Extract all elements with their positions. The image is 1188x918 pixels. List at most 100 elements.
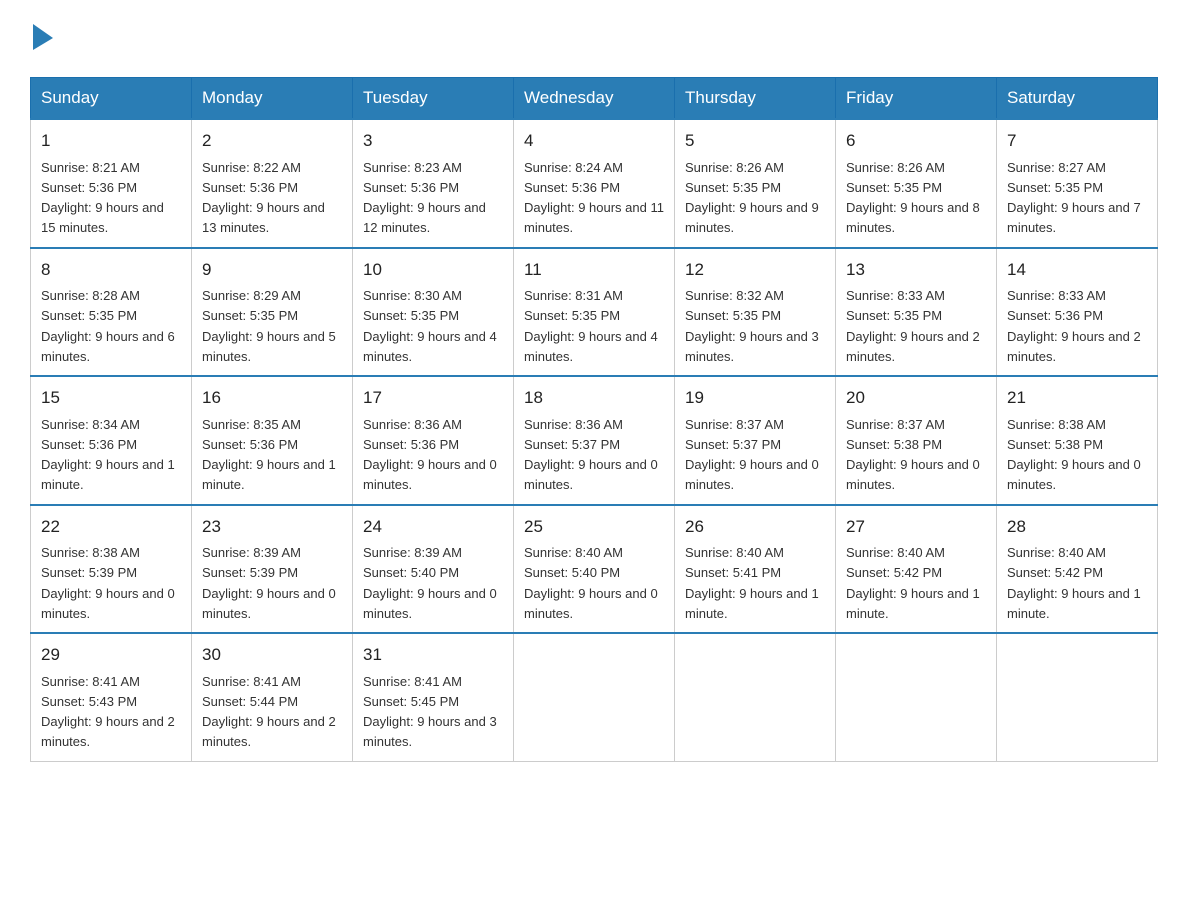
calendar-cell: 13 Sunrise: 8:33 AMSunset: 5:35 PMDaylig… xyxy=(836,248,997,377)
day-number: 10 xyxy=(363,257,503,283)
calendar-cell: 28 Sunrise: 8:40 AMSunset: 5:42 PMDaylig… xyxy=(997,505,1158,634)
day-header-monday: Monday xyxy=(192,78,353,120)
day-info: Sunrise: 8:23 AMSunset: 5:36 PMDaylight:… xyxy=(363,160,486,236)
calendar-cell: 17 Sunrise: 8:36 AMSunset: 5:36 PMDaylig… xyxy=(353,376,514,505)
day-info: Sunrise: 8:28 AMSunset: 5:35 PMDaylight:… xyxy=(41,288,175,364)
day-number: 12 xyxy=(685,257,825,283)
day-number: 22 xyxy=(41,514,181,540)
page-header xyxy=(30,20,1158,57)
calendar-cell: 12 Sunrise: 8:32 AMSunset: 5:35 PMDaylig… xyxy=(675,248,836,377)
calendar-cell: 6 Sunrise: 8:26 AMSunset: 5:35 PMDayligh… xyxy=(836,119,997,248)
calendar-week-2: 8 Sunrise: 8:28 AMSunset: 5:35 PMDayligh… xyxy=(31,248,1158,377)
calendar-header-row: SundayMondayTuesdayWednesdayThursdayFrid… xyxy=(31,78,1158,120)
day-info: Sunrise: 8:29 AMSunset: 5:35 PMDaylight:… xyxy=(202,288,336,364)
calendar-cell: 7 Sunrise: 8:27 AMSunset: 5:35 PMDayligh… xyxy=(997,119,1158,248)
day-number: 13 xyxy=(846,257,986,283)
day-info: Sunrise: 8:41 AMSunset: 5:43 PMDaylight:… xyxy=(41,674,175,750)
day-number: 3 xyxy=(363,128,503,154)
day-info: Sunrise: 8:40 AMSunset: 5:42 PMDaylight:… xyxy=(846,545,980,621)
day-header-saturday: Saturday xyxy=(997,78,1158,120)
calendar-cell: 11 Sunrise: 8:31 AMSunset: 5:35 PMDaylig… xyxy=(514,248,675,377)
day-number: 4 xyxy=(524,128,664,154)
day-info: Sunrise: 8:31 AMSunset: 5:35 PMDaylight:… xyxy=(524,288,658,364)
day-number: 28 xyxy=(1007,514,1147,540)
calendar-cell: 27 Sunrise: 8:40 AMSunset: 5:42 PMDaylig… xyxy=(836,505,997,634)
day-number: 5 xyxy=(685,128,825,154)
day-info: Sunrise: 8:26 AMSunset: 5:35 PMDaylight:… xyxy=(685,160,819,236)
calendar-cell: 26 Sunrise: 8:40 AMSunset: 5:41 PMDaylig… xyxy=(675,505,836,634)
day-info: Sunrise: 8:33 AMSunset: 5:36 PMDaylight:… xyxy=(1007,288,1141,364)
day-info: Sunrise: 8:27 AMSunset: 5:35 PMDaylight:… xyxy=(1007,160,1141,236)
calendar-cell: 19 Sunrise: 8:37 AMSunset: 5:37 PMDaylig… xyxy=(675,376,836,505)
calendar-cell: 2 Sunrise: 8:22 AMSunset: 5:36 PMDayligh… xyxy=(192,119,353,248)
calendar-week-5: 29 Sunrise: 8:41 AMSunset: 5:43 PMDaylig… xyxy=(31,633,1158,761)
day-info: Sunrise: 8:22 AMSunset: 5:36 PMDaylight:… xyxy=(202,160,325,236)
calendar-cell xyxy=(836,633,997,761)
day-number: 1 xyxy=(41,128,181,154)
day-number: 6 xyxy=(846,128,986,154)
day-header-thursday: Thursday xyxy=(675,78,836,120)
day-header-sunday: Sunday xyxy=(31,78,192,120)
day-number: 16 xyxy=(202,385,342,411)
day-number: 15 xyxy=(41,385,181,411)
day-info: Sunrise: 8:40 AMSunset: 5:42 PMDaylight:… xyxy=(1007,545,1141,621)
day-info: Sunrise: 8:37 AMSunset: 5:37 PMDaylight:… xyxy=(685,417,819,493)
day-number: 21 xyxy=(1007,385,1147,411)
calendar-cell: 9 Sunrise: 8:29 AMSunset: 5:35 PMDayligh… xyxy=(192,248,353,377)
day-info: Sunrise: 8:41 AMSunset: 5:44 PMDaylight:… xyxy=(202,674,336,750)
calendar-cell: 15 Sunrise: 8:34 AMSunset: 5:36 PMDaylig… xyxy=(31,376,192,505)
calendar-table: SundayMondayTuesdayWednesdayThursdayFrid… xyxy=(30,77,1158,762)
calendar-cell: 22 Sunrise: 8:38 AMSunset: 5:39 PMDaylig… xyxy=(31,505,192,634)
day-info: Sunrise: 8:34 AMSunset: 5:36 PMDaylight:… xyxy=(41,417,175,493)
day-number: 19 xyxy=(685,385,825,411)
calendar-cell: 8 Sunrise: 8:28 AMSunset: 5:35 PMDayligh… xyxy=(31,248,192,377)
day-header-wednesday: Wednesday xyxy=(514,78,675,120)
day-number: 11 xyxy=(524,257,664,283)
day-number: 2 xyxy=(202,128,342,154)
day-info: Sunrise: 8:35 AMSunset: 5:36 PMDaylight:… xyxy=(202,417,336,493)
day-number: 7 xyxy=(1007,128,1147,154)
day-header-tuesday: Tuesday xyxy=(353,78,514,120)
day-info: Sunrise: 8:32 AMSunset: 5:35 PMDaylight:… xyxy=(685,288,819,364)
calendar-cell: 1 Sunrise: 8:21 AMSunset: 5:36 PMDayligh… xyxy=(31,119,192,248)
day-info: Sunrise: 8:39 AMSunset: 5:40 PMDaylight:… xyxy=(363,545,497,621)
logo xyxy=(30,20,55,57)
day-info: Sunrise: 8:21 AMSunset: 5:36 PMDaylight:… xyxy=(41,160,164,236)
calendar-cell: 23 Sunrise: 8:39 AMSunset: 5:39 PMDaylig… xyxy=(192,505,353,634)
calendar-cell: 24 Sunrise: 8:39 AMSunset: 5:40 PMDaylig… xyxy=(353,505,514,634)
calendar-week-3: 15 Sunrise: 8:34 AMSunset: 5:36 PMDaylig… xyxy=(31,376,1158,505)
calendar-cell xyxy=(514,633,675,761)
day-info: Sunrise: 8:37 AMSunset: 5:38 PMDaylight:… xyxy=(846,417,980,493)
calendar-cell: 10 Sunrise: 8:30 AMSunset: 5:35 PMDaylig… xyxy=(353,248,514,377)
day-number: 30 xyxy=(202,642,342,668)
day-number: 20 xyxy=(846,385,986,411)
calendar-cell: 21 Sunrise: 8:38 AMSunset: 5:38 PMDaylig… xyxy=(997,376,1158,505)
day-number: 27 xyxy=(846,514,986,540)
day-number: 31 xyxy=(363,642,503,668)
calendar-cell: 4 Sunrise: 8:24 AMSunset: 5:36 PMDayligh… xyxy=(514,119,675,248)
calendar-cell: 18 Sunrise: 8:36 AMSunset: 5:37 PMDaylig… xyxy=(514,376,675,505)
calendar-cell xyxy=(675,633,836,761)
day-info: Sunrise: 8:41 AMSunset: 5:45 PMDaylight:… xyxy=(363,674,497,750)
day-number: 14 xyxy=(1007,257,1147,283)
day-info: Sunrise: 8:36 AMSunset: 5:36 PMDaylight:… xyxy=(363,417,497,493)
day-info: Sunrise: 8:36 AMSunset: 5:37 PMDaylight:… xyxy=(524,417,658,493)
day-number: 26 xyxy=(685,514,825,540)
calendar-week-1: 1 Sunrise: 8:21 AMSunset: 5:36 PMDayligh… xyxy=(31,119,1158,248)
calendar-cell: 16 Sunrise: 8:35 AMSunset: 5:36 PMDaylig… xyxy=(192,376,353,505)
calendar-cell: 29 Sunrise: 8:41 AMSunset: 5:43 PMDaylig… xyxy=(31,633,192,761)
calendar-week-4: 22 Sunrise: 8:38 AMSunset: 5:39 PMDaylig… xyxy=(31,505,1158,634)
calendar-cell: 14 Sunrise: 8:33 AMSunset: 5:36 PMDaylig… xyxy=(997,248,1158,377)
day-number: 29 xyxy=(41,642,181,668)
day-number: 18 xyxy=(524,385,664,411)
calendar-cell: 5 Sunrise: 8:26 AMSunset: 5:35 PMDayligh… xyxy=(675,119,836,248)
calendar-cell: 30 Sunrise: 8:41 AMSunset: 5:44 PMDaylig… xyxy=(192,633,353,761)
day-info: Sunrise: 8:38 AMSunset: 5:38 PMDaylight:… xyxy=(1007,417,1141,493)
day-number: 24 xyxy=(363,514,503,540)
day-info: Sunrise: 8:38 AMSunset: 5:39 PMDaylight:… xyxy=(41,545,175,621)
calendar-cell: 25 Sunrise: 8:40 AMSunset: 5:40 PMDaylig… xyxy=(514,505,675,634)
day-number: 23 xyxy=(202,514,342,540)
day-number: 25 xyxy=(524,514,664,540)
day-info: Sunrise: 8:33 AMSunset: 5:35 PMDaylight:… xyxy=(846,288,980,364)
day-number: 8 xyxy=(41,257,181,283)
